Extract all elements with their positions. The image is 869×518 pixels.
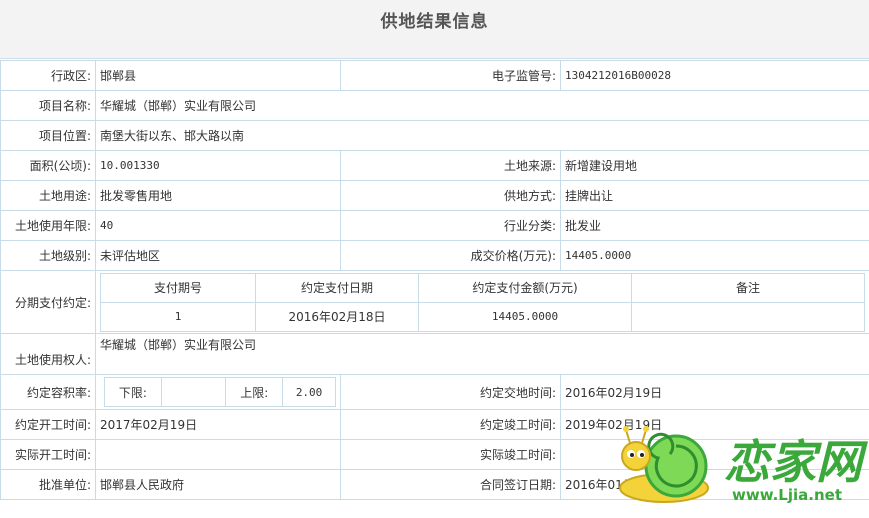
installment-header: 约定支付日期 — [255, 272, 419, 303]
district-value: 邯郸县 — [95, 60, 341, 91]
installment-cell: 支付期号 约定支付日期 约定支付金额(万元) 备注 1 2016年02月18日 … — [95, 270, 869, 334]
table-row: 项目名称: 华耀城（邯郸）实业有限公司 — [0, 90, 869, 121]
page-title: 供地结果信息 — [0, 0, 869, 59]
finish-label: 约定竣工时间: — [340, 409, 561, 440]
table-row: 行政区: 邯郸县 电子监管号: 1304212016B00028 — [0, 60, 869, 91]
installment-cell-value: 2016年02月18日 — [255, 301, 419, 332]
holder-value: 华耀城（邯郸）实业有限公司 — [95, 333, 869, 375]
far-upper-label: 上限: — [225, 377, 284, 407]
approver-value: 邯郸县人民政府 — [95, 469, 341, 500]
source-value: 新增建设用地 — [560, 150, 869, 181]
start-value: 2017年02月19日 — [95, 409, 341, 440]
snail-head-icon — [621, 441, 651, 471]
table-row: 1 2016年02月18日 14405.0000 — [100, 301, 865, 332]
project-name-label: 项目名称: — [0, 90, 96, 121]
actual-start-value — [95, 439, 341, 470]
supervision-value: 1304212016B00028 — [560, 60, 869, 91]
price-label: 成交价格(万元): — [340, 240, 561, 271]
watermark-brand: 恋家网 — [724, 435, 868, 489]
actual-finish-label: 实际竣工时间: — [340, 439, 561, 470]
years-label: 土地使用年限: — [0, 210, 96, 241]
delivery-value: 2016年02月19日 — [560, 374, 869, 410]
installment-header: 支付期号 — [100, 272, 256, 303]
contract-label: 合同签订日期: — [340, 469, 561, 500]
table-row: 面积(公顷): 10.001330 土地来源: 新增建设用地 — [0, 150, 869, 181]
project-name-value: 华耀城（邯郸）实业有限公司 — [95, 90, 869, 121]
table-row: 项目位置: 南堡大街以东、邯大路以南 — [0, 120, 869, 151]
table-row: 土地用途: 批发零售用地 供地方式: 挂牌出让 — [0, 180, 869, 211]
holder-label: 土地使用权人: — [0, 333, 96, 375]
page: 供地结果信息 行政区: 邯郸县 电子监管号: 1304212016B00028 … — [0, 0, 869, 518]
level-label: 土地级别: — [0, 240, 96, 271]
project-location-value: 南堡大街以东、邯大路以南 — [95, 120, 869, 151]
installment-cell-value: 14405.0000 — [418, 301, 632, 332]
actual-start-label: 实际开工时间: — [0, 439, 96, 470]
watermark-url: www.Ljia.net — [732, 486, 842, 504]
far-label: 约定容积率: — [0, 374, 96, 410]
table-row: 分期支付约定: 支付期号 约定支付日期 约定支付金额(万元) 备注 1 2016… — [0, 270, 869, 334]
supply-label: 供地方式: — [340, 180, 561, 211]
table-row: 支付期号 约定支付日期 约定支付金额(万元) 备注 — [100, 272, 865, 303]
area-label: 面积(公顷): — [0, 150, 96, 181]
installment-header: 备注 — [631, 272, 865, 303]
far-lower-value — [160, 377, 227, 407]
far-table: 下限: 上限: 2.00 — [104, 377, 336, 407]
supply-value: 挂牌出让 — [560, 180, 869, 211]
delivery-label: 约定交地时间: — [340, 374, 561, 410]
industry-value: 批发业 — [560, 210, 869, 241]
watermark-logo: 恋家网 www.Ljia.net — [619, 426, 868, 504]
years-value: 40 — [95, 210, 341, 241]
district-label: 行政区: — [0, 60, 96, 91]
price-value: 14405.0000 — [560, 240, 869, 271]
area-value: 10.001330 — [95, 150, 341, 181]
installment-table: 支付期号 约定支付日期 约定支付金额(万元) 备注 1 2016年02月18日 … — [100, 272, 865, 332]
installment-cell-value: 1 — [100, 301, 256, 332]
approver-label: 批准单位: — [0, 469, 96, 500]
far-upper-value: 2.00 — [282, 377, 336, 407]
installment-header: 约定支付金额(万元) — [418, 272, 632, 303]
far-cell: 下限: 上限: 2.00 — [95, 374, 341, 410]
supervision-label: 电子监管号: — [340, 60, 561, 91]
source-label: 土地来源: — [340, 150, 561, 181]
table-row: 约定容积率: 下限: 上限: 2.00 约定交地时间: 2016年02月19日 — [0, 374, 869, 410]
use-value: 批发零售用地 — [95, 180, 341, 211]
project-location-label: 项目位置: — [0, 120, 96, 151]
far-lower-label: 下限: — [104, 377, 162, 407]
use-label: 土地用途: — [0, 180, 96, 211]
industry-label: 行业分类: — [340, 210, 561, 241]
start-label: 约定开工时间: — [0, 409, 96, 440]
level-value: 未评估地区 — [95, 240, 341, 271]
installment-label: 分期支付约定: — [0, 270, 96, 334]
table-row: 土地使用权人: 华耀城（邯郸）实业有限公司 — [0, 333, 869, 375]
installment-cell-value — [631, 301, 865, 332]
table-row: 土地使用年限: 40 行业分类: 批发业 — [0, 210, 869, 241]
table-row: 土地级别: 未评估地区 成交价格(万元): 14405.0000 — [0, 240, 869, 271]
